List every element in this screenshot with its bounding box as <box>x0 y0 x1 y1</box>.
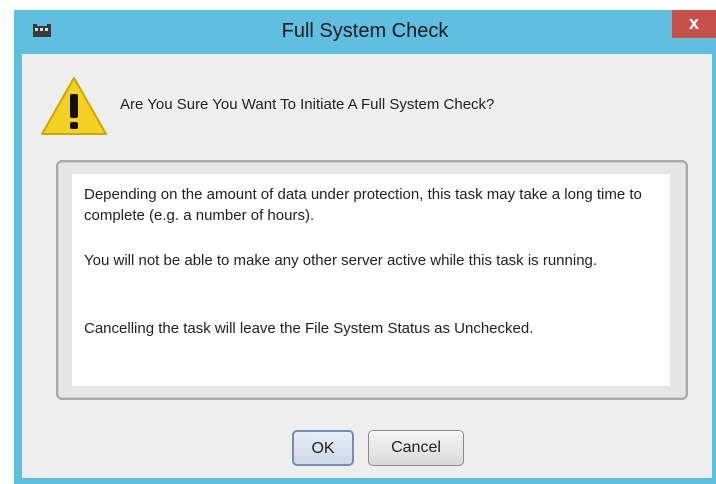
message-text-area: Depending on the amount of data under pr… <box>72 174 670 386</box>
title-bar[interactable]: Full System Check x <box>14 10 716 54</box>
dialog-body: Are You Sure You Want To Initiate A Full… <box>22 54 712 478</box>
message-panel: Depending on the amount of data under pr… <box>56 160 688 400</box>
window-title: Full System Check <box>281 20 449 42</box>
confirmation-question: Are You Sure You Want To Initiate A Full… <box>120 96 495 113</box>
close-icon: x <box>688 13 699 33</box>
warning-icon <box>38 74 110 138</box>
dialog-window: Full System Check x Are You Sure You Wan… <box>14 10 716 484</box>
message-paragraph: You will not be able to make any other s… <box>84 252 598 269</box>
message-paragraph: Depending on the amount of data under pr… <box>84 186 642 224</box>
cancel-button[interactable]: Cancel <box>368 430 464 466</box>
ok-button[interactable]: OK <box>292 430 354 466</box>
message-paragraph: Cancelling the task will leave the File … <box>84 320 534 337</box>
close-button[interactable]: x <box>672 10 716 38</box>
